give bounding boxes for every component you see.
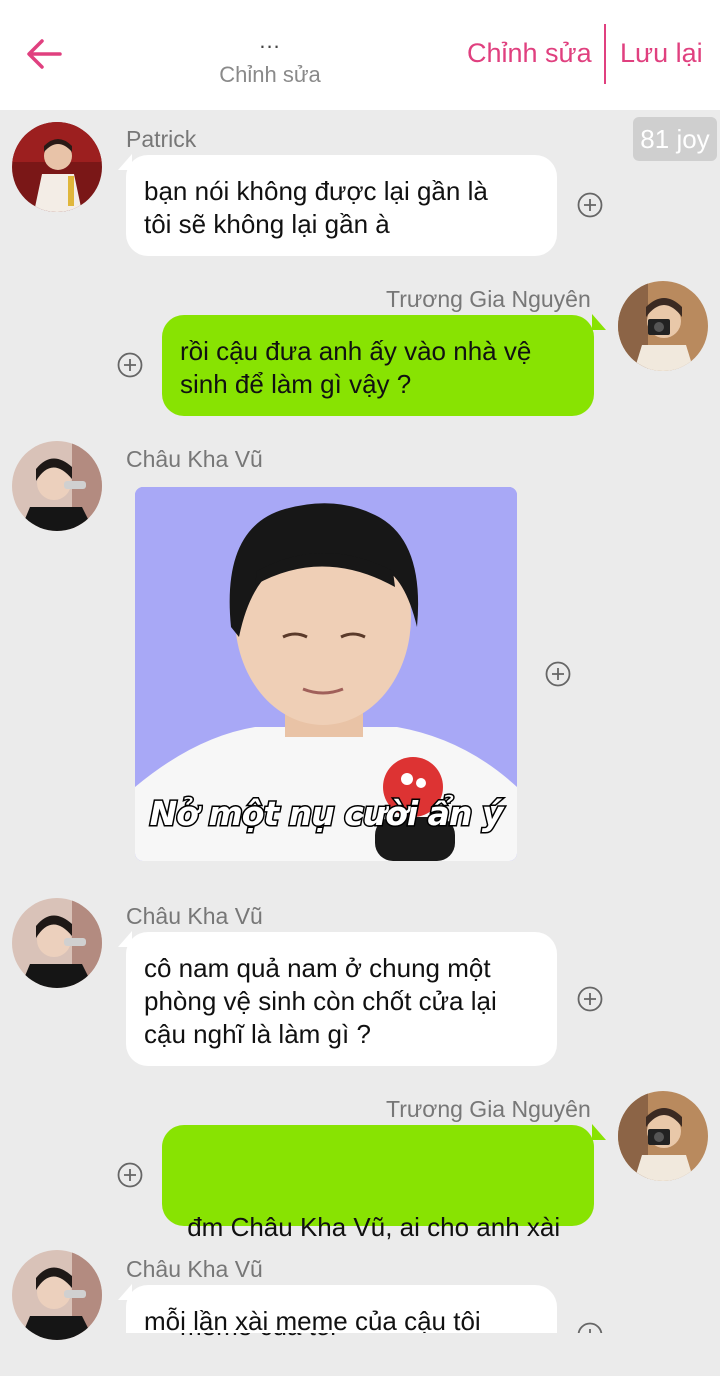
arrow-left-icon <box>27 39 62 69</box>
sender-name: Patrick <box>126 126 197 152</box>
avatar[interactable] <box>12 441 102 531</box>
header-divider <box>604 24 606 84</box>
save-button[interactable]: Lưu lại <box>620 38 703 69</box>
avatar[interactable] <box>618 1091 708 1181</box>
message-line: cô nam quả nam ở chung một <box>144 953 491 983</box>
edit-button[interactable]: Chỉnh sửa <box>467 38 592 69</box>
sender-name: Trương Gia Nguyên <box>386 286 591 312</box>
avatar[interactable] <box>618 281 708 371</box>
avatar[interactable] <box>12 1250 102 1340</box>
plus-circle-icon[interactable] <box>117 1162 143 1188</box>
bubble-tail <box>592 1124 606 1140</box>
header-subtitle: Chỉnh sửa <box>219 62 321 87</box>
avatar[interactable] <box>12 122 102 212</box>
plus-circle-icon[interactable] <box>117 352 143 378</box>
sender-name: Trương Gia Nguyên <box>386 1096 591 1122</box>
message-bubble[interactable]: rồi cậu đưa anh ấy vào nhà vệ sinh để là… <box>162 315 594 416</box>
message-line: phòng vệ sinh còn chốt cửa lại <box>144 986 497 1016</box>
message-line: cậu nghĩ là làm gì ? <box>144 1019 371 1049</box>
plus-circle-icon[interactable] <box>577 192 603 218</box>
bubble-tail <box>592 314 606 330</box>
message-line: tôi sẽ không lại gần à <box>144 209 390 239</box>
message-line: rồi cậu đưa anh ấy vào nhà vệ <box>180 336 532 366</box>
message-line: bạn nói không được lại gần là <box>144 176 488 206</box>
message-line: đm Châu Kha Vũ, ai cho anh xài <box>180 1212 561 1242</box>
plus-circle-icon[interactable] <box>577 986 603 1012</box>
top-bar: ... Chỉnh sửa Chỉnh sửa Lưu lại <box>0 0 720 110</box>
avatar[interactable] <box>12 898 102 988</box>
meme-caption: Nở một nụ cười ẩn ý <box>148 793 505 835</box>
title-block: ... Chỉnh sửa <box>170 30 370 88</box>
meme-image[interactable]: Nở một nụ cười ẩn ý <box>135 487 517 861</box>
sender-name: Châu Kha Vũ <box>126 903 263 929</box>
sender-name: Châu Kha Vũ <box>126 1256 263 1282</box>
message-line: mỗi lần xài meme của cậu tôi <box>144 1306 481 1333</box>
back-button[interactable] <box>22 32 66 76</box>
message-bubble[interactable]: mỗi lần xài meme của cậu tôi <box>126 1285 557 1333</box>
plus-circle-icon[interactable] <box>545 661 571 687</box>
message-bubble[interactable]: đm Châu Kha Vũ, ai cho anh xài meme của … <box>162 1125 594 1341</box>
message-line: sinh để làm gì vậy ? <box>180 369 412 399</box>
sender-name: Châu Kha Vũ <box>126 446 263 472</box>
message-bubble[interactable]: bạn nói không được lại gần là tôi sẽ khô… <box>126 155 557 256</box>
joy-badge: 81 joy <box>633 117 717 161</box>
more-dots[interactable]: ... <box>170 30 370 52</box>
message-bubble[interactable]: cô nam quả nam ở chung một phòng vệ sinh… <box>126 932 557 1066</box>
plus-circle-icon[interactable] <box>577 1322 603 1333</box>
